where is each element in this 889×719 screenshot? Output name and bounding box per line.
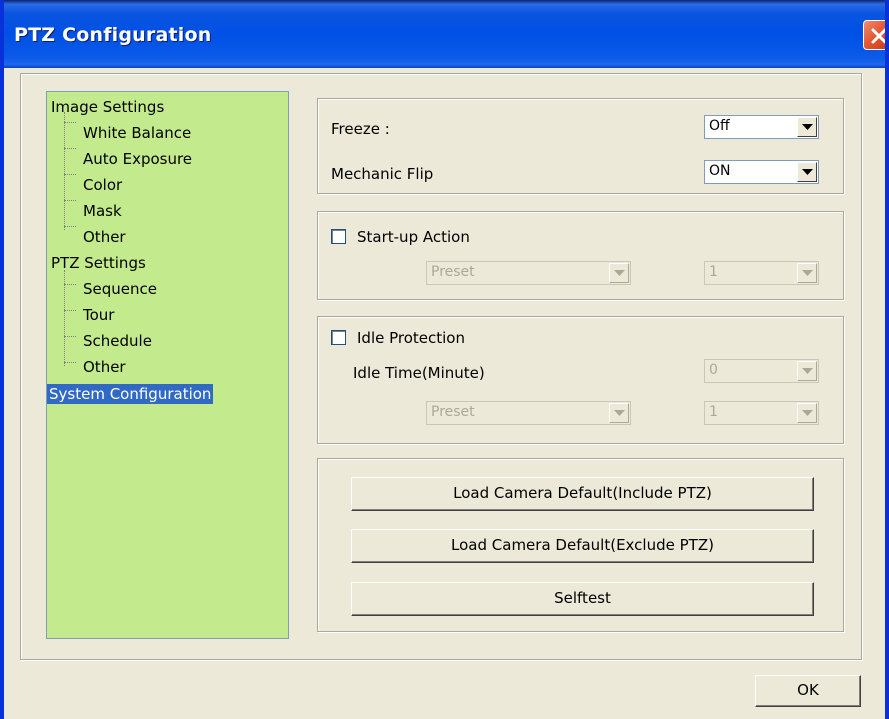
startup-action-label: Start-up Action — [357, 228, 470, 246]
tree-branch-line — [64, 112, 65, 230]
tree-item-ptz-settings[interactable]: PTZ Settings — [49, 253, 148, 273]
tree-item-image-other[interactable]: Other — [81, 227, 128, 247]
chevron-down-icon — [802, 169, 813, 175]
tree-branch-line — [64, 310, 76, 311]
tree-item-auto-exposure[interactable]: Auto Exposure — [81, 149, 194, 169]
tree-item-ptz-other[interactable]: Other — [81, 357, 128, 377]
selftest-button[interactable]: Selftest — [351, 582, 814, 616]
startup-number-select[interactable]: 1 — [704, 261, 819, 285]
load-default-exclude-ptz-button[interactable]: Load Camera Default(Exclude PTZ) — [351, 529, 814, 563]
mechanic-flip-select[interactable]: ON — [704, 160, 819, 184]
startup-number-dropdown-button[interactable] — [797, 263, 817, 283]
tree-branch-line — [64, 174, 76, 175]
title-bar[interactable]: PTZ Configuration — [4, 0, 885, 68]
mechanic-flip-label: Mechanic Flip — [331, 165, 434, 183]
startup-mode-select[interactable]: Preset — [426, 261, 631, 285]
idle-mode-dropdown-button[interactable] — [609, 403, 629, 423]
tree-branch-line — [64, 226, 76, 227]
chevron-down-icon — [614, 270, 625, 276]
tree-item-white-balance[interactable]: White Balance — [81, 123, 193, 143]
idle-protection-label: Idle Protection — [357, 329, 465, 347]
startup-mode-value: Preset — [431, 264, 475, 280]
mechanic-flip-value: ON — [709, 163, 731, 179]
close-button[interactable] — [863, 20, 885, 50]
tree-branch-line — [64, 284, 76, 285]
idle-time-value: 0 — [709, 362, 718, 378]
chevron-down-icon — [802, 410, 813, 416]
idle-mode-value: Preset — [431, 404, 475, 420]
tree-item-schedule[interactable]: Schedule — [81, 331, 154, 351]
chevron-down-icon — [802, 270, 813, 276]
ok-button[interactable]: OK — [755, 675, 861, 707]
tree-item-tour[interactable]: Tour — [81, 305, 116, 325]
startup-mode-dropdown-button[interactable] — [609, 263, 629, 283]
idle-time-dropdown-button[interactable] — [797, 361, 817, 381]
tree-branch-line — [64, 362, 76, 363]
window-title: PTZ Configuration — [14, 24, 212, 46]
tree-item-mask[interactable]: Mask — [81, 201, 124, 221]
idle-number-dropdown-button[interactable] — [797, 403, 817, 423]
tree-item-image-settings[interactable]: Image Settings — [49, 97, 166, 117]
load-default-include-ptz-button[interactable]: Load Camera Default(Include PTZ) — [351, 477, 814, 511]
chevron-down-icon — [614, 410, 625, 416]
freeze-value: Off — [709, 118, 730, 134]
settings-tree[interactable]: Image Settings White Balance Auto Exposu… — [46, 91, 289, 639]
tree-branch-line — [64, 122, 76, 123]
tree-branch-line — [64, 200, 76, 201]
idle-time-label: Idle Time(Minute) — [353, 364, 485, 382]
freeze-dropdown-button[interactable] — [797, 117, 817, 137]
startup-number-value: 1 — [709, 264, 718, 280]
idle-number-select[interactable]: 1 — [704, 401, 819, 425]
chevron-down-icon — [802, 368, 813, 374]
idle-number-value: 1 — [709, 404, 718, 420]
chevron-down-icon — [802, 124, 813, 130]
idle-time-select[interactable]: 0 — [704, 359, 819, 383]
startup-action-group — [317, 211, 844, 300]
tree-item-sequence[interactable]: Sequence — [81, 279, 159, 299]
tree-branch-line — [64, 336, 76, 337]
idle-protection-checkbox[interactable] — [331, 330, 346, 345]
tree-item-system-configuration[interactable]: System Configuration — [47, 384, 214, 404]
tree-branch-line — [64, 148, 76, 149]
mechanic-flip-dropdown-button[interactable] — [797, 162, 817, 182]
idle-mode-select[interactable]: Preset — [426, 401, 631, 425]
freeze-label: Freeze : — [331, 120, 390, 138]
freeze-select[interactable]: Off — [704, 115, 819, 139]
startup-action-checkbox[interactable] — [331, 229, 346, 244]
close-icon — [871, 28, 885, 44]
tree-item-color[interactable]: Color — [81, 175, 124, 195]
